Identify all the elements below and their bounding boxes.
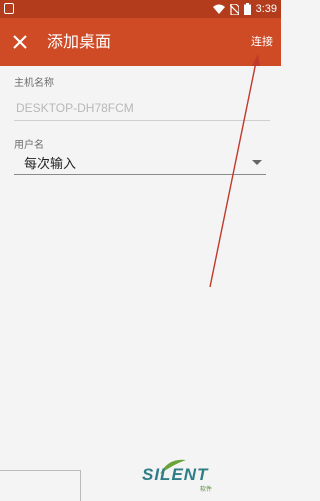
- app-bar: 添加桌面 连接: [0, 18, 281, 66]
- page-title: 添加桌面: [47, 32, 112, 51]
- no-sim-icon: [229, 3, 239, 15]
- wifi-icon: [212, 4, 225, 14]
- username-select[interactable]: 每次输入: [14, 151, 266, 175]
- dropdown-arrow-icon[interactable]: [252, 160, 262, 165]
- watermark-text: SILENT: [142, 465, 209, 484]
- bottom-divider: [0, 470, 81, 501]
- status-icons: 3:39: [212, 1, 277, 17]
- username-label: 用户名: [14, 140, 44, 151]
- app-icon: [4, 3, 14, 14]
- watermark-subtext: 软件: [200, 486, 213, 493]
- status-time: 3:39: [255, 3, 277, 15]
- host-name-input[interactable]: [14, 96, 270, 121]
- battery-icon: [243, 3, 251, 15]
- connect-button[interactable]: 连接: [251, 32, 273, 52]
- username-selected-value: 每次输入: [24, 157, 77, 172]
- status-bar: 3:39: [0, 0, 281, 18]
- host-name-label: 主机名称: [14, 78, 54, 89]
- close-icon[interactable]: [10, 32, 30, 52]
- watermark-logo: SILENT 软件: [140, 459, 260, 496]
